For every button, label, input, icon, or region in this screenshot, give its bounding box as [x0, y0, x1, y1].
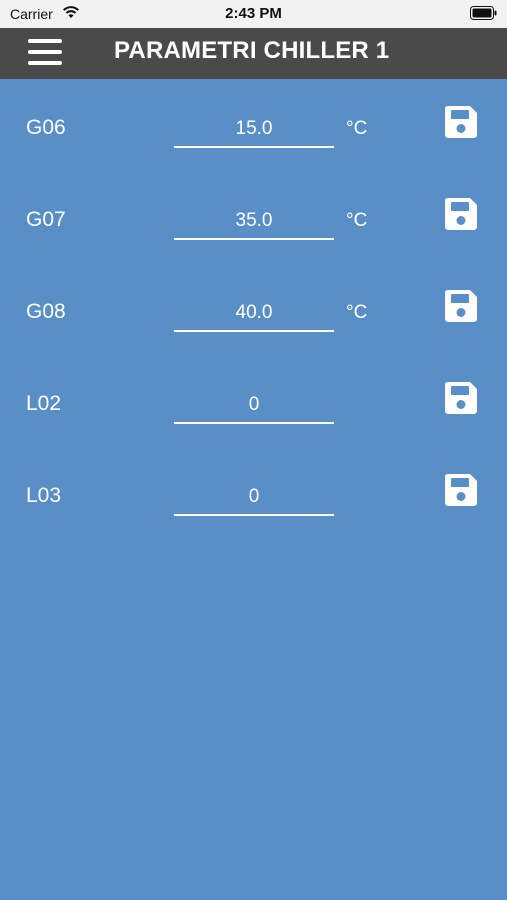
parameter-label: G08 — [26, 300, 66, 323]
parameter-unit: °C — [346, 210, 368, 231]
parameter-label: L03 — [26, 484, 62, 507]
parameter-row: G07 °C — [0, 198, 507, 268]
floppy-disk-icon[interactable] — [443, 472, 479, 508]
parameter-label: G07 — [26, 208, 66, 231]
parameter-row: L03 — [0, 474, 507, 544]
status-bar: Carrier 2:43 PM — [0, 0, 507, 28]
floppy-disk-icon[interactable] — [443, 196, 479, 232]
parameter-value-input[interactable] — [174, 296, 334, 332]
parameter-label: L02 — [26, 392, 62, 415]
parameter-value-input[interactable] — [174, 204, 334, 240]
status-time: 2:43 PM — [225, 5, 282, 22]
floppy-disk-icon[interactable] — [443, 288, 479, 324]
floppy-disk-icon[interactable] — [443, 104, 479, 140]
parameter-label: G06 — [26, 116, 66, 139]
parameter-value-input[interactable] — [174, 112, 334, 148]
parameter-unit: °C — [346, 302, 368, 323]
parameter-row: G08 °C — [0, 290, 507, 360]
parameter-row: L02 — [0, 382, 507, 452]
hamburger-menu-icon[interactable] — [28, 39, 62, 69]
page-title: PARAMETRI CHILLER 1 — [114, 37, 390, 64]
parameter-value-input[interactable] — [174, 388, 334, 424]
parameter-value-input[interactable] — [174, 480, 334, 516]
battery-icon — [470, 6, 497, 20]
floppy-disk-icon[interactable] — [443, 380, 479, 416]
top-navbar: PARAMETRI CHILLER 1 — [0, 28, 507, 79]
parameter-row: G06 °C — [0, 106, 507, 176]
parameter-unit: °C — [346, 118, 368, 139]
